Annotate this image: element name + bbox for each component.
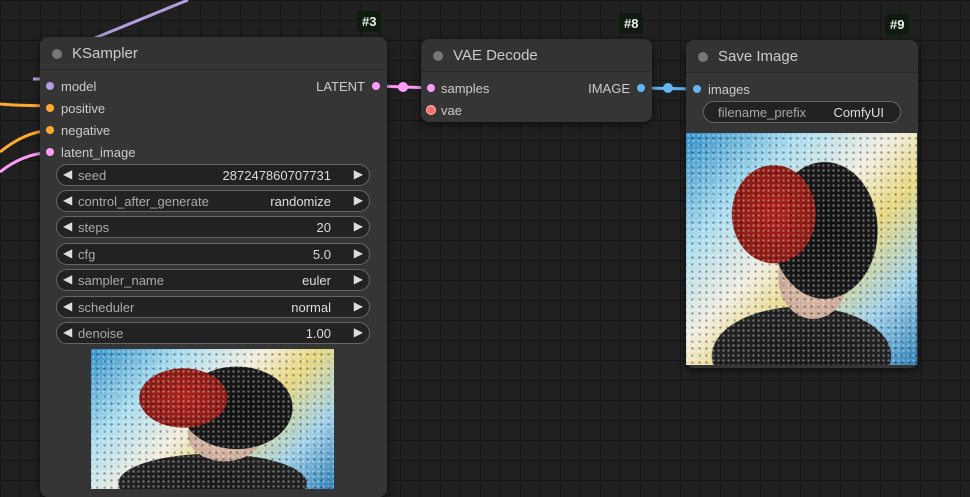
input-label-vae: vae — [441, 103, 462, 118]
widget-filename-prefix[interactable]: filename_prefix ComfyUI — [703, 101, 901, 123]
collapse-toggle-icon[interactable] — [433, 51, 443, 61]
widget-cfg[interactable]: ◀ cfg 5.0 ▶ — [56, 243, 370, 265]
input-label-samples: samples — [441, 81, 490, 96]
increment-arrow-icon[interactable]: ▶ — [354, 193, 363, 207]
save-image-node[interactable]: #9 Save Image images filename_prefix Com… — [686, 14, 918, 368]
ksampler-node[interactable]: #3 KSampler model positive negative late… — [40, 11, 387, 497]
node-id-badge: #8 — [619, 13, 644, 34]
widget-value: 287247860707731 — [222, 168, 331, 183]
input-label-images: images — [708, 82, 750, 97]
node-header[interactable]: Save Image — [686, 40, 918, 73]
increment-arrow-icon[interactable]: ▶ — [354, 167, 363, 181]
output-slot-latent-icon[interactable] — [372, 82, 380, 90]
widget-value: euler — [302, 273, 331, 288]
widget-label: sampler_name — [78, 273, 164, 288]
increment-arrow-icon[interactable]: ▶ — [354, 299, 363, 313]
widget-seed[interactable]: ◀ seed 287247860707731 ▶ — [56, 164, 370, 186]
input-slot-vae-icon[interactable] — [426, 105, 436, 115]
increment-arrow-icon[interactable]: ▶ — [354, 325, 363, 339]
node-id-badge: #3 — [357, 11, 382, 32]
node-title: VAE Decode — [453, 47, 538, 64]
node-header[interactable]: VAE Decode — [421, 39, 652, 72]
widget-label: cfg — [78, 247, 96, 262]
widget-label: filename_prefix — [718, 105, 807, 120]
input-slot-latent-image-icon[interactable] — [46, 148, 54, 156]
input-label-latent-image: latent_image — [61, 145, 136, 160]
input-label-model: model — [61, 79, 97, 94]
widget-value: normal — [291, 300, 331, 315]
widget-value: 1.00 — [305, 326, 331, 341]
widget-value: 5.0 — [312, 247, 331, 262]
input-slot-negative-icon[interactable] — [46, 126, 54, 134]
widget-label: denoise — [78, 326, 124, 341]
output-label-latent: LATENT — [316, 79, 365, 94]
widget-value: ComfyUI — [833, 105, 884, 120]
node-header[interactable]: KSampler — [40, 37, 387, 70]
widget-label: seed — [78, 168, 107, 183]
decrement-arrow-icon[interactable]: ◀ — [63, 246, 72, 260]
widget-label: control_after_generate — [78, 194, 209, 209]
node-title: Save Image — [718, 48, 799, 65]
widget-denoise[interactable]: ◀ denoise 1.00 ▶ — [56, 322, 370, 344]
link-latent-midpoint — [398, 82, 408, 92]
saved-image-preview — [686, 133, 917, 365]
widget-label: steps — [78, 220, 110, 235]
node-title: KSampler — [72, 45, 138, 62]
decrement-arrow-icon[interactable]: ◀ — [63, 167, 72, 181]
widget-sampler-name[interactable]: ◀ sampler_name euler ▶ — [56, 269, 370, 291]
input-slot-positive-icon[interactable] — [46, 104, 54, 112]
increment-arrow-icon[interactable]: ▶ — [354, 272, 363, 286]
widget-label: scheduler — [78, 300, 135, 315]
link-clip-to-model — [94, 0, 189, 40]
widget-control-after-generate[interactable]: ◀ control_after_generate randomize ▶ — [56, 190, 370, 212]
latent-preview-image — [91, 349, 334, 489]
output-slot-image-icon[interactable] — [637, 84, 645, 92]
input-slot-samples-icon[interactable] — [427, 84, 435, 92]
increment-arrow-icon[interactable]: ▶ — [354, 219, 363, 233]
node-id-badge: #9 — [885, 14, 910, 35]
widget-scheduler[interactable]: ◀ scheduler normal ▶ — [56, 296, 370, 318]
collapse-toggle-icon[interactable] — [52, 49, 62, 59]
link-image-midpoint — [663, 83, 673, 93]
decrement-arrow-icon[interactable]: ◀ — [63, 325, 72, 339]
widget-value: 20 — [316, 220, 331, 235]
collapse-toggle-icon[interactable] — [698, 52, 708, 62]
vae-decode-node[interactable]: #8 VAE Decode samples vae IMAGE — [421, 13, 652, 122]
increment-arrow-icon[interactable]: ▶ — [354, 246, 363, 260]
decrement-arrow-icon[interactable]: ◀ — [63, 299, 72, 313]
decrement-arrow-icon[interactable]: ◀ — [63, 219, 72, 233]
input-label-positive: positive — [61, 101, 106, 116]
widget-steps[interactable]: ◀ steps 20 ▶ — [56, 216, 370, 238]
widget-value: randomize — [270, 194, 331, 209]
input-slot-images-icon[interactable] — [693, 85, 701, 93]
decrement-arrow-icon[interactable]: ◀ — [63, 272, 72, 286]
output-label-image: IMAGE — [588, 81, 630, 96]
decrement-arrow-icon[interactable]: ◀ — [63, 193, 72, 207]
input-slot-model-icon[interactable] — [46, 82, 54, 90]
input-label-negative: negative — [61, 123, 111, 138]
